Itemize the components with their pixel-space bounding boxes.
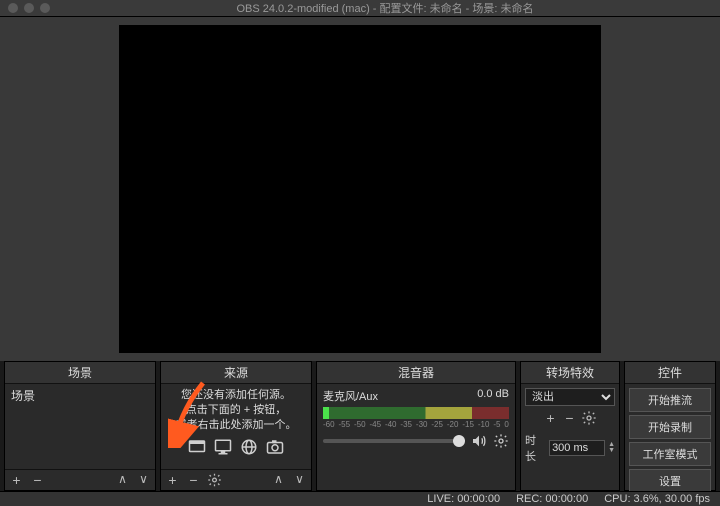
duration-stepper[interactable]: ▲▼	[608, 442, 615, 454]
mixer-panel: 混音器 麦克风/Aux 0.0 dB -60 -55 -50 -45 -40 -…	[316, 361, 516, 491]
globe-icon	[239, 438, 259, 456]
mixer-header: 混音器	[317, 362, 515, 384]
start-streaming-button[interactable]: 开始推流	[629, 388, 711, 412]
window-icon	[187, 438, 207, 456]
transitions-header: 转场特效	[521, 362, 619, 384]
remove-scene-button[interactable]: −	[30, 473, 45, 488]
remove-transition-button[interactable]: −	[562, 411, 577, 426]
duration-label: 时长	[525, 432, 546, 464]
move-source-down-button[interactable]: ∨	[292, 473, 307, 488]
mixer-meter	[323, 407, 509, 419]
sources-hint-icons	[161, 438, 311, 456]
scene-item[interactable]: 场景	[5, 384, 155, 407]
traffic-light-zoom[interactable]	[40, 3, 50, 13]
preview-canvas[interactable]	[119, 25, 601, 353]
mixer-settings-button[interactable]	[493, 433, 509, 449]
mixer-channel: 麦克风/Aux 0.0 dB -60 -55 -50 -45 -40 -35 -…	[317, 384, 515, 449]
transition-select[interactable]: 淡出	[525, 388, 615, 406]
transition-properties-button[interactable]	[581, 410, 597, 426]
sources-panel: 来源 您还没有添加任何源。 点击下面的 + 按钮， 或者右击此处添加一个。 + …	[160, 361, 312, 491]
move-scene-down-button[interactable]: ∨	[136, 473, 151, 488]
remove-source-button[interactable]: −	[186, 473, 201, 488]
scenes-toolbar: + − ∧ ∨	[5, 469, 155, 490]
move-source-up-button[interactable]: ∧	[271, 473, 286, 488]
settings-button[interactable]: 设置	[629, 469, 711, 493]
scenes-panel: 场景 场景 + − ∧ ∨	[4, 361, 156, 491]
speaker-icon[interactable]	[471, 433, 487, 449]
mixer-channel-level: 0.0 dB	[477, 388, 509, 404]
sources-header: 来源	[161, 362, 311, 384]
transitions-panel: 转场特效 淡出 + − 时长 ▲▼	[520, 361, 620, 491]
sources-empty-line1: 您还没有添加任何源。	[165, 388, 307, 403]
status-cpu: CPU: 3.6%, 30.00 fps	[604, 493, 710, 505]
add-scene-button[interactable]: +	[9, 473, 24, 488]
mixer-channel-name: 麦克风/Aux	[323, 388, 378, 404]
controls-panel: 控件 开始推流 开始录制 工作室模式 设置 退出	[624, 361, 716, 491]
scenes-header: 场景	[5, 362, 155, 384]
mixer-scale: -60 -55 -50 -45 -40 -35 -30 -25 -20 -15 …	[323, 420, 509, 429]
sources-toolbar: + − ∧ ∨	[161, 469, 311, 490]
preview-area	[0, 17, 720, 361]
studio-mode-button[interactable]: 工作室模式	[629, 442, 711, 466]
status-bar: LIVE: 00:00:00 REC: 00:00:00 CPU: 3.6%, …	[0, 491, 720, 506]
source-properties-button[interactable]	[207, 473, 222, 488]
traffic-light-minimize[interactable]	[24, 3, 34, 13]
traffic-light-close[interactable]	[8, 3, 18, 13]
scenes-list[interactable]: 场景	[5, 384, 155, 469]
mixer-volume-slider[interactable]	[323, 439, 465, 443]
titlebar: OBS 24.0.2-modified (mac) - 配置文件: 未命名 - …	[0, 0, 720, 17]
add-source-button[interactable]: +	[165, 473, 180, 488]
gear-icon	[207, 472, 222, 488]
add-transition-button[interactable]: +	[543, 411, 558, 426]
camera-icon	[265, 438, 285, 456]
display-icon	[213, 438, 233, 456]
controls-header: 控件	[625, 362, 715, 384]
sources-list[interactable]: 您还没有添加任何源。 点击下面的 + 按钮， 或者右击此处添加一个。	[161, 384, 311, 469]
window-title: OBS 24.0.2-modified (mac) - 配置文件: 未命名 - …	[50, 0, 720, 16]
duration-input[interactable]	[549, 440, 605, 456]
status-rec: REC: 00:00:00	[516, 493, 588, 505]
move-scene-up-button[interactable]: ∧	[115, 473, 130, 488]
start-recording-button[interactable]: 开始录制	[629, 415, 711, 439]
sources-empty-line3: 或者右击此处添加一个。	[165, 418, 307, 433]
status-live: LIVE: 00:00:00	[427, 493, 500, 505]
sources-empty-line2: 点击下面的 + 按钮，	[165, 403, 307, 418]
